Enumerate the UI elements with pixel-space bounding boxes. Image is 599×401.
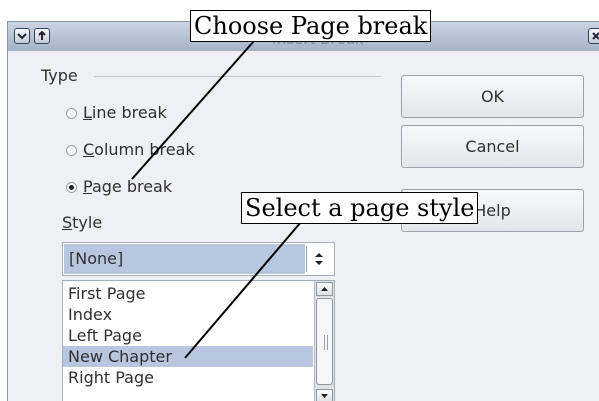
callout-select-page-style: Select a page style [241,192,479,224]
callout-choose-page-break: Choose Page break [190,10,432,42]
insert-break-dialog: Insert Break Type Line break Column brea… [0,0,599,401]
